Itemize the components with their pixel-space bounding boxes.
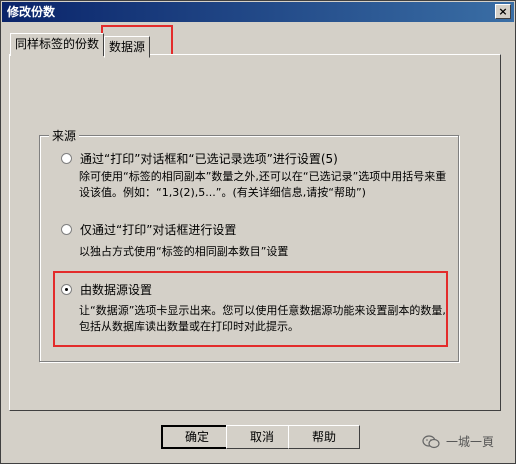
tab-data-source[interactable]: 数据源: [104, 36, 151, 58]
radio-label: 仅通过“打印”对话框进行设置: [80, 223, 237, 237]
radio-print-dialog-and-records[interactable]: 通过“打印”对话框和“已选记录选项”进行设置(5): [61, 150, 338, 167]
radio-print-dialog-only[interactable]: 仅通过“打印”对话框进行设置: [61, 221, 236, 238]
title-bar[interactable]: 修改份数 ×: [2, 2, 514, 22]
dialog-window: 修改份数 × 同样标签的份数 数据源 来源 通过“打印”对话框和“已选记录选项”…: [0, 0, 516, 464]
radio-label: 通过“打印”对话框和“已选记录选项”进行设置(5): [80, 152, 338, 166]
tab-copies[interactable]: 同样标签的份数: [10, 33, 105, 56]
watermark: 一城一頁: [422, 433, 494, 450]
ok-button[interactable]: 确定: [161, 425, 233, 449]
close-icon: ×: [498, 5, 508, 18]
option-description: 除可使用“标签的相同副本”数量之外,还可以在“已选记录”选项中用括号来重设该值。…: [79, 170, 447, 199]
source-group-label: 来源: [49, 127, 80, 144]
close-button[interactable]: ×: [495, 4, 511, 19]
watermark-text: 一城一頁: [446, 435, 495, 449]
option-description: 以独占方式使用“标签的相同副本数目”设置: [79, 245, 289, 258]
highlight-data-source-option: [53, 271, 448, 347]
radio-button-icon[interactable]: [61, 153, 72, 164]
wechat-icon: [422, 434, 440, 448]
radio-button-icon[interactable]: [61, 224, 72, 235]
window-title: 修改份数: [7, 5, 56, 19]
help-button[interactable]: 帮助: [288, 425, 360, 449]
